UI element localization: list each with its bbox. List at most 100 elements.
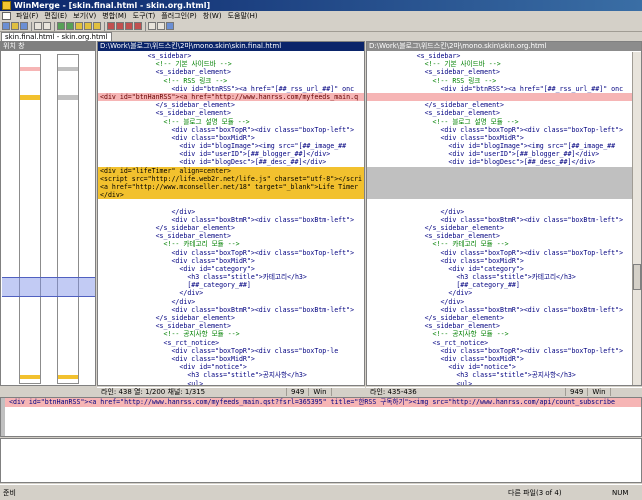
code-line[interactable]: <div class="boxMidR"> xyxy=(98,134,364,142)
menu-item-3[interactable]: 병합(M) xyxy=(99,11,129,21)
code-line[interactable]: <s_sidebar_element> xyxy=(98,68,364,76)
code-line[interactable]: <div id="blogImage"><img src="[##_image_… xyxy=(367,142,641,150)
code-line[interactable]: </div> xyxy=(98,191,364,200)
code-line[interactable]: <h3 class="stitle">공지사항</h3> xyxy=(98,371,364,379)
code-line[interactable]: <div class="boxMidR"> xyxy=(367,134,641,142)
code-line[interactable] xyxy=(98,199,364,207)
code-line[interactable]: <ul> xyxy=(367,380,641,386)
diff-detail-bottom[interactable] xyxy=(0,438,642,483)
code-line[interactable]: </s_sidebar_element> xyxy=(367,314,641,322)
new-icon[interactable] xyxy=(2,22,10,30)
menu-item-7[interactable]: 도움말(H) xyxy=(225,11,261,21)
code-line[interactable]: <s_sidebar_element> xyxy=(367,109,641,117)
first-diff-icon[interactable] xyxy=(75,22,83,30)
code-line[interactable]: <!-- RSS 링크 --> xyxy=(367,77,641,85)
copy-all-right-icon[interactable] xyxy=(125,22,133,30)
code-line[interactable]: <!-- 카테고리 모듈 --> xyxy=(98,240,364,248)
code-line[interactable]: </div> xyxy=(367,298,641,306)
copy-right-icon[interactable] xyxy=(107,22,115,30)
code-line[interactable]: [##_category_##] xyxy=(98,281,364,289)
code-line[interactable]: <div id="userID">[##_blogger_##]</div> xyxy=(98,150,364,158)
code-line[interactable] xyxy=(367,174,641,183)
code-line[interactable]: <div class="boxTopR"><div class="boxTop-… xyxy=(98,249,364,257)
code-line[interactable]: <s_sidebar_element> xyxy=(367,68,641,76)
code-line[interactable]: <div class="boxBtmR"><div class="boxBtm-… xyxy=(98,306,364,314)
code-line[interactable]: <s_rct_notice> xyxy=(98,339,364,347)
code-line[interactable]: <div class="boxMidR"> xyxy=(98,355,364,363)
code-line[interactable]: <s_sidebar_element> xyxy=(98,109,364,117)
code-line[interactable]: </div> xyxy=(98,298,364,306)
code-line[interactable] xyxy=(367,92,641,102)
open-icon[interactable] xyxy=(11,22,19,30)
code-line[interactable]: <div class="boxBtmR"><div class="boxBtm-… xyxy=(367,306,641,314)
save-icon[interactable] xyxy=(20,22,28,30)
code-line[interactable]: <div id="lifeTimer" align=center> xyxy=(98,166,364,175)
code-line[interactable]: <div class="boxTopR"><div class="boxTop-… xyxy=(367,347,641,355)
code-line[interactable] xyxy=(367,183,641,192)
code-line[interactable]: <s_rct_notice> xyxy=(367,339,641,347)
code-line[interactable]: <div id="blogDesc">[##_desc_##]</div> xyxy=(98,158,364,166)
code-line[interactable] xyxy=(367,199,641,207)
code-line[interactable]: </div> xyxy=(367,289,641,297)
refresh-icon[interactable] xyxy=(157,22,165,30)
code-line[interactable] xyxy=(367,191,641,200)
copy-all-left-icon[interactable] xyxy=(134,22,142,30)
left-code-view[interactable]: <s_sidebar> <!-- 기본 사이드바 --> <s_sidebar_… xyxy=(98,52,364,385)
code-line[interactable]: [##_category_##] xyxy=(367,281,641,289)
code-line[interactable]: <h3 class="stitle">카테고리</h3> xyxy=(98,273,364,281)
redo-icon[interactable] xyxy=(43,22,51,30)
code-line[interactable]: </s_sidebar_element> xyxy=(98,224,364,232)
undo-icon[interactable] xyxy=(34,22,42,30)
code-line[interactable]: <div class="boxTopR"><div class="boxTop-… xyxy=(98,126,364,134)
code-line[interactable]: <div class="boxMidR"> xyxy=(98,257,364,265)
menu-item-1[interactable]: 편집(E) xyxy=(41,11,70,21)
location-right-column[interactable] xyxy=(57,54,79,384)
code-line[interactable]: <div class="boxMidR"> xyxy=(367,257,641,265)
code-line[interactable]: <h3 class="stitle">카테고리</h3> xyxy=(367,273,641,281)
code-line[interactable]: <!-- 블로그 설명 모듈 --> xyxy=(367,118,641,126)
vertical-scrollbar[interactable] xyxy=(632,52,641,385)
code-line[interactable]: <div id="category"> xyxy=(98,265,364,273)
menu-item-0[interactable]: 파일(F) xyxy=(13,11,41,21)
code-line[interactable]: <div class="boxTopR"><div class="boxTop-… xyxy=(367,126,641,134)
code-line[interactable]: </s_sidebar_element> xyxy=(98,101,364,109)
help-icon[interactable] xyxy=(166,22,174,30)
menu-item-4[interactable]: 도구(T) xyxy=(130,11,159,21)
code-line[interactable]: <!-- RSS 링크 --> xyxy=(98,77,364,85)
code-line[interactable]: </s_sidebar_element> xyxy=(367,224,641,232)
left-diff-pane[interactable]: D:\Work\블로그\위드스킨\2마\mono.skin\skin.final… xyxy=(97,41,365,386)
right-diff-pane[interactable]: D:\Work\블로그\위드스킨\2마\mono.skin\skin.org.h… xyxy=(366,41,642,386)
menu-item-5[interactable]: 플러그인(P) xyxy=(158,11,199,21)
code-line[interactable]: <div id="btnRSS"><a href="[##_rss_url_##… xyxy=(98,85,364,93)
diff-detail-top[interactable]: <div id="btnHanRSS"><a href="http://www.… xyxy=(0,397,642,437)
code-line[interactable]: <div id="blogDesc">[##_desc_##]</div> xyxy=(367,158,641,166)
code-line[interactable]: <!-- 기본 사이드바 --> xyxy=(367,60,641,68)
scrollbar-thumb[interactable] xyxy=(633,264,641,290)
code-line[interactable]: <ul> xyxy=(98,380,364,386)
code-line[interactable]: <h3 class="stitle">공지사항</h3> xyxy=(367,371,641,379)
code-line[interactable]: <div class="boxBtmR"><div class="boxBtm-… xyxy=(367,216,641,224)
code-line[interactable]: <s_sidebar> xyxy=(367,52,641,60)
code-line[interactable]: </div> xyxy=(367,208,641,216)
code-line[interactable]: <div id="btnHanRSS"><a href="http://www.… xyxy=(98,92,364,102)
next-diff-icon[interactable] xyxy=(57,22,65,30)
code-line[interactable]: <div id="category"> xyxy=(367,265,641,273)
options-icon[interactable] xyxy=(148,22,156,30)
code-line[interactable]: <div class="boxTopR"><div class="boxTop-… xyxy=(367,249,641,257)
code-line[interactable]: <!-- 카테고리 모듈 --> xyxy=(367,240,641,248)
code-line[interactable]: <a href="http://www.mconseller.net/18" t… xyxy=(98,183,364,192)
code-line[interactable]: <!-- 기본 사이드바 --> xyxy=(98,60,364,68)
code-line[interactable]: <div class="boxTopR"><div class="boxTop-… xyxy=(98,347,364,355)
code-line[interactable]: </div> xyxy=(98,208,364,216)
code-line[interactable]: <div id="userID">[##_blogger_##]</div> xyxy=(367,150,641,158)
right-code-view[interactable]: <s_sidebar> <!-- 기본 사이드바 --> <s_sidebar_… xyxy=(367,52,641,385)
current-diff-icon[interactable] xyxy=(84,22,92,30)
code-line[interactable]: <!-- 공지사항 모듈 --> xyxy=(367,330,641,338)
location-pane[interactable]: 위치 창 xyxy=(0,41,96,386)
code-line[interactable]: <div id="btnRSS"><a href="[##_rss_url_##… xyxy=(367,85,641,93)
code-line[interactable]: <s_sidebar> xyxy=(98,52,364,60)
code-line[interactable]: </div> xyxy=(98,289,364,297)
code-line[interactable]: <div class="boxBtmR"><div class="boxBtm-… xyxy=(98,216,364,224)
code-line[interactable]: </s_sidebar_element> xyxy=(367,101,641,109)
visible-area-indicator[interactable] xyxy=(2,277,95,297)
